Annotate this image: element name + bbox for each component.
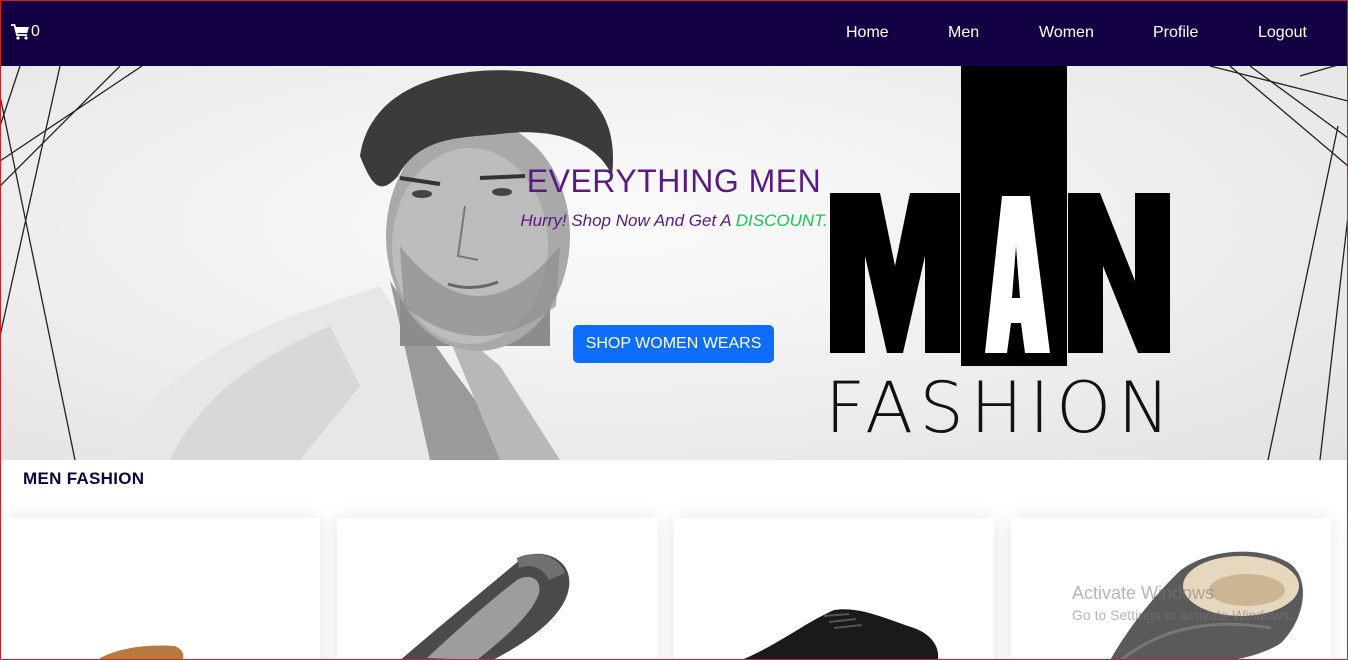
nav-link-men[interactable]: Men (948, 24, 979, 42)
product-card[interactable] (0, 518, 320, 660)
hero-background-art: FASHION (0, 66, 1348, 460)
black-sneaker-image (741, 609, 939, 660)
product-card[interactable] (1011, 518, 1331, 660)
cart-button[interactable]: 0 (11, 23, 40, 41)
nav-link-profile[interactable]: Profile (1153, 24, 1198, 42)
hero-subtitle: Hurry! Shop Now And Get A DISCOUNT. (0, 211, 1348, 231)
discount-highlight: DISCOUNT. (735, 211, 828, 230)
cart-icon (11, 24, 29, 40)
brown-shoe-image (100, 645, 184, 660)
grey-slipper-image (400, 553, 570, 660)
product-card[interactable] (337, 518, 657, 660)
section-title: MEN FASHION (23, 469, 145, 488)
hero-subtitle-text: Hurry! Shop Now And Get A (520, 211, 736, 230)
decorative-lines-right (1209, 66, 1348, 460)
man-fashion-logo: FASHION (825, 66, 1173, 449)
hero-title: EVERYTHING MEN (526, 163, 822, 199)
product-card[interactable] (674, 518, 994, 660)
model-portrait (120, 70, 614, 460)
decorative-lines-left (0, 66, 143, 460)
shop-women-wears-button[interactable]: SHOP WOMEN WEARS (573, 325, 774, 363)
fur-slipper-image (1110, 551, 1303, 660)
cart-count: 0 (31, 23, 40, 40)
nav-link-women[interactable]: Women (1039, 24, 1094, 42)
nav-link-logout[interactable]: Logout (1258, 24, 1307, 42)
navbar: 0 Home Men Women Profile Logout (0, 0, 1348, 66)
nav-link-home[interactable]: Home (846, 24, 889, 42)
logo-fashion-text: FASHION (825, 367, 1173, 449)
hero-banner: FASHION EVERYTHING MEN Hurry! Shop Now A… (0, 66, 1348, 460)
